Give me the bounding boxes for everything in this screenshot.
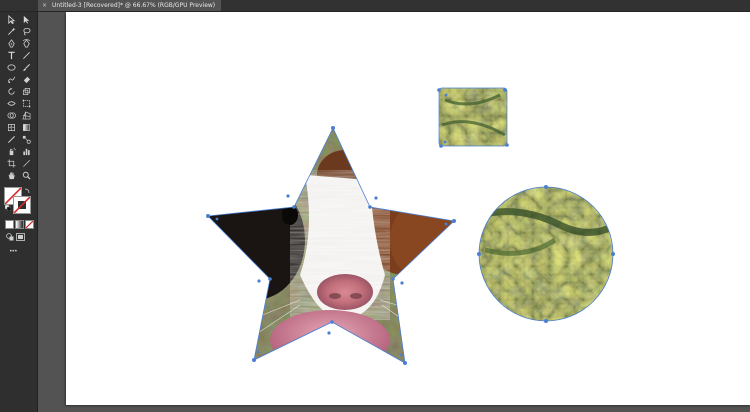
canvas-artwork — [0, 0, 750, 412]
square-shape[interactable] — [439, 88, 507, 146]
circle-shape[interactable] — [479, 187, 615, 321]
